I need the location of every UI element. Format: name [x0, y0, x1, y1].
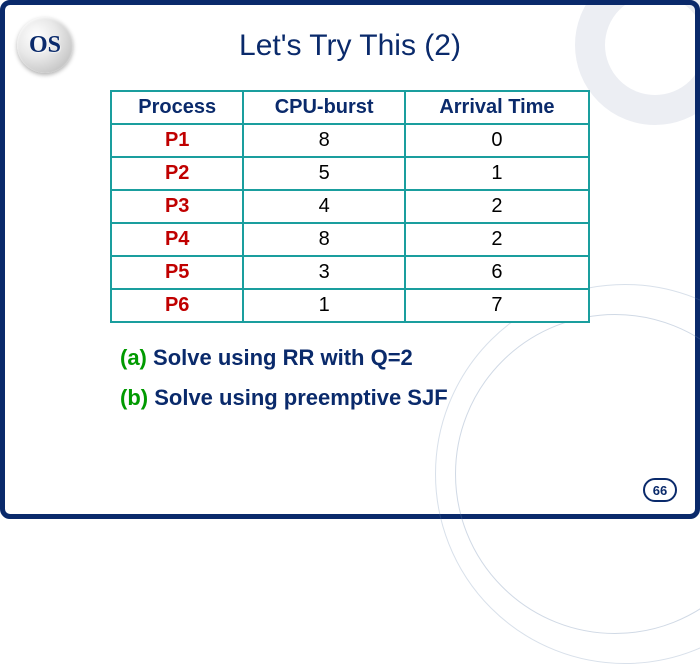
process-table: Process CPU-burst Arrival Time P1 8 0 P2… [110, 90, 590, 323]
prompts: (a) Solve using RR with Q=2 (b) Solve us… [110, 345, 590, 425]
table-row: P1 8 0 [111, 124, 589, 157]
col-burst: CPU-burst [243, 91, 404, 124]
cell-burst: 1 [243, 289, 404, 322]
prompt-a-text: Solve using RR with Q=2 [153, 345, 413, 370]
prompt-b-label: (b) [120, 385, 148, 410]
cell-process: P3 [111, 190, 243, 223]
slide-frame: OS Let's Try This (2) Process CPU-burst … [0, 0, 700, 519]
cell-arrival: 2 [405, 223, 589, 256]
prompt-b-text: Solve using preemptive SJF [154, 385, 447, 410]
page-number-text: 66 [653, 483, 667, 498]
cell-arrival: 0 [405, 124, 589, 157]
cell-arrival: 6 [405, 256, 589, 289]
cell-process: P6 [111, 289, 243, 322]
table-row: P3 4 2 [111, 190, 589, 223]
table-row: P5 3 6 [111, 256, 589, 289]
cell-process: P4 [111, 223, 243, 256]
cell-arrival: 1 [405, 157, 589, 190]
cell-process: P1 [111, 124, 243, 157]
prompt-b: (b) Solve using preemptive SJF [120, 385, 590, 411]
table-row: P2 5 1 [111, 157, 589, 190]
prompt-a: (a) Solve using RR with Q=2 [120, 345, 590, 371]
table-row: P6 1 7 [111, 289, 589, 322]
cell-burst: 8 [243, 223, 404, 256]
col-process: Process [111, 91, 243, 124]
cell-burst: 3 [243, 256, 404, 289]
cell-process: P5 [111, 256, 243, 289]
slide-content: Process CPU-burst Arrival Time P1 8 0 P2… [5, 90, 695, 425]
table-header-row: Process CPU-burst Arrival Time [111, 91, 589, 124]
page-number: 66 [643, 478, 677, 502]
cell-arrival: 7 [405, 289, 589, 322]
cell-burst: 4 [243, 190, 404, 223]
cell-arrival: 2 [405, 190, 589, 223]
table-row: P4 8 2 [111, 223, 589, 256]
col-arrival: Arrival Time [405, 91, 589, 124]
cell-burst: 5 [243, 157, 404, 190]
prompt-a-label: (a) [120, 345, 147, 370]
cell-burst: 8 [243, 124, 404, 157]
cell-process: P2 [111, 157, 243, 190]
slide-title: Let's Try This (2) [5, 29, 695, 63]
